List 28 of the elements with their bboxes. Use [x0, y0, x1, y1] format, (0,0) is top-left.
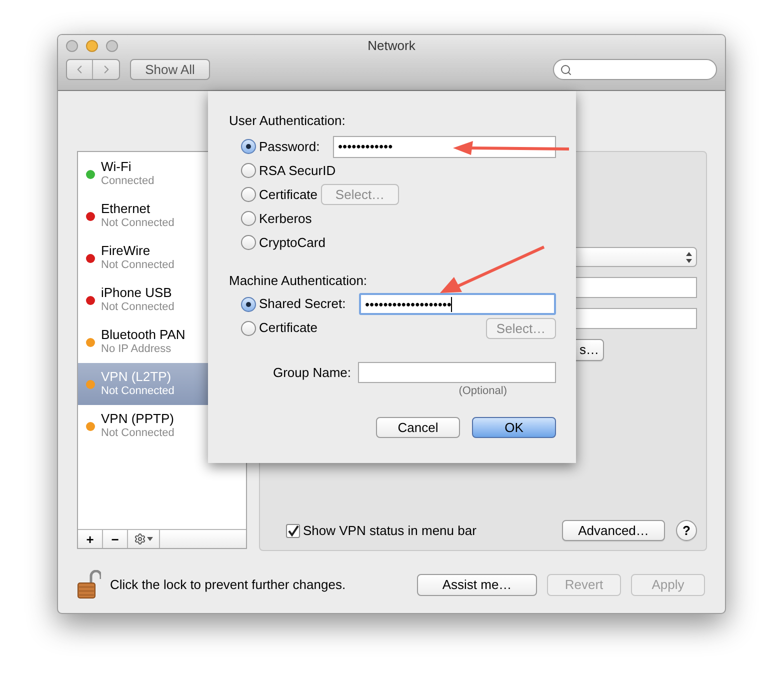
group-name-label: Group Name: [272, 364, 352, 382]
service-name: Ethernet [101, 202, 152, 216]
option-label: RSA SecurID [259, 162, 336, 180]
section-heading: User Authentication: [229, 112, 346, 130]
section-heading: Machine Authentication: [229, 272, 368, 290]
window-title: Network [368, 37, 416, 56]
service-status: Connected [101, 174, 154, 188]
option-label: Certificate [259, 319, 318, 338]
checkbox-label: Show VPN status in menu bar [303, 522, 476, 540]
optional-hint: (Optional) [458, 384, 507, 399]
service-name: Wi-Fi [101, 160, 132, 174]
lock-message: Click the lock to prevent further changes. [110, 576, 346, 594]
service-status: Not Connected [101, 384, 174, 398]
service-status: Not Connected [101, 258, 174, 272]
service-status: Not Connected [101, 216, 174, 230]
service-name: Bluetooth PAN [101, 328, 186, 342]
option-label: CryptoCard [259, 234, 326, 252]
option-label: Kerberos [259, 210, 312, 228]
service-name: VPN (PPTP) [101, 412, 174, 426]
option-label: Password: [259, 138, 320, 156]
service-status: Not Connected [101, 426, 174, 440]
service-status: Not Connected [101, 300, 174, 314]
service-name: iPhone USB [101, 286, 173, 300]
service-name: FireWire [101, 244, 152, 258]
option-label: Shared Secret: [259, 295, 346, 314]
option-label: Certificate [259, 186, 318, 204]
service-name: VPN (L2TP) [101, 370, 172, 384]
service-status: No IP Address [101, 342, 172, 356]
